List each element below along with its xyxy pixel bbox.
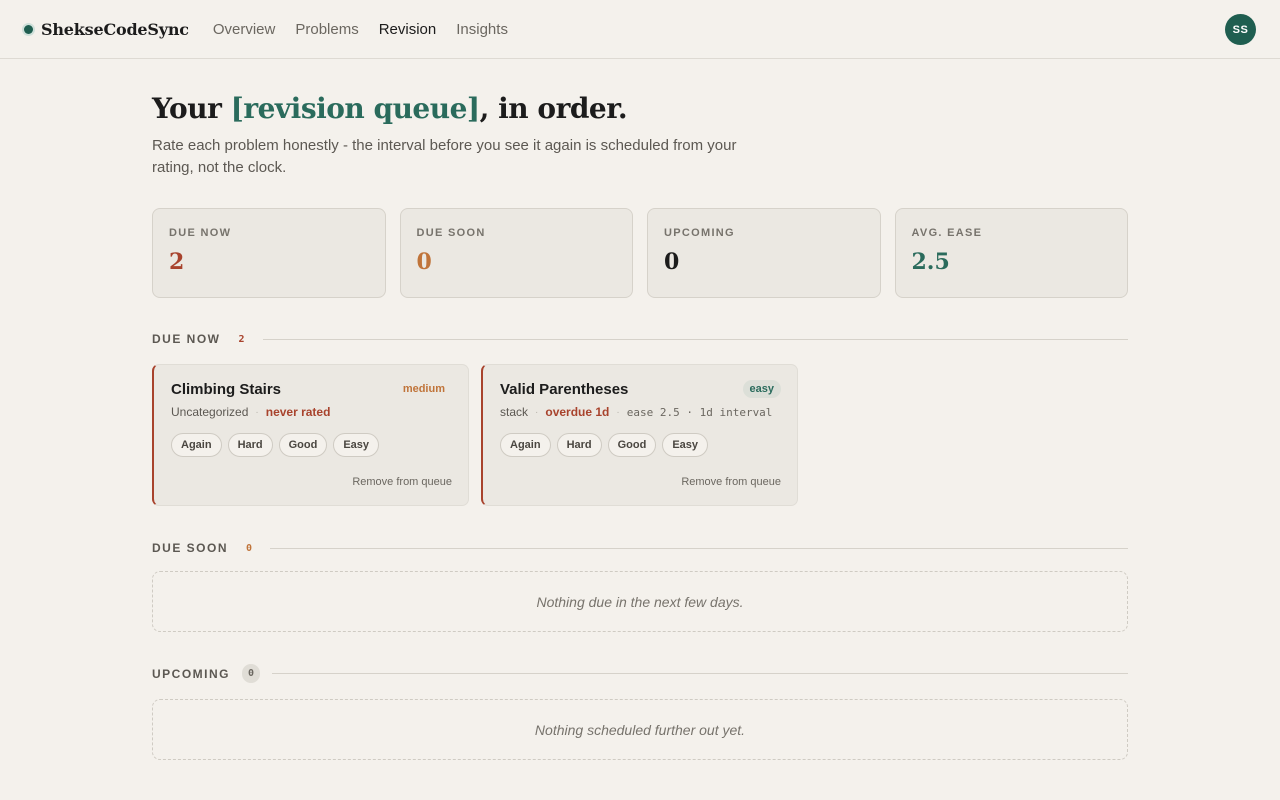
- rate-easy-button[interactable]: Easy: [333, 433, 380, 457]
- section-title: UPCOMING: [152, 666, 230, 681]
- stat-label: UPCOMING: [664, 227, 735, 239]
- difficulty-badge: medium: [402, 383, 445, 395]
- rate-again-button[interactable]: Again: [171, 433, 222, 457]
- stat-label: AVG. EASE: [911, 227, 983, 239]
- section-header: DUE NOW 2: [152, 332, 1128, 346]
- nav-item-insights[interactable]: Insights: [456, 21, 508, 38]
- top-nav-bar: ShekseCodeSync Overview Problems Revisio…: [0, 0, 1280, 59]
- empty-state: Nothing due in the next few days.: [152, 571, 1128, 632]
- separator-dot-icon: ·: [255, 406, 259, 418]
- rate-hard-button[interactable]: Hard: [227, 433, 273, 457]
- stat-label: DUE NOW: [169, 227, 232, 239]
- section-due-now: DUE NOW 2 Climbing Stairs medium Uncateg…: [152, 332, 1128, 506]
- stats-row: DUE NOW 2 DUE SOON 0 UPCOMING 0 AVG. EAS…: [152, 208, 1128, 298]
- section-header: UPCOMING 0: [152, 664, 1128, 683]
- problem-meta: Uncategorized · never rated: [171, 405, 452, 419]
- problem-title[interactable]: Climbing Stairs: [171, 381, 281, 398]
- stat-card-due-soon: DUE SOON 0: [399, 208, 633, 298]
- problem-title[interactable]: Valid Parentheses: [500, 381, 628, 398]
- section-upcoming: UPCOMING 0 Nothing scheduled further out…: [152, 664, 1128, 760]
- problem-category: stack: [500, 405, 529, 419]
- stat-card-upcoming: UPCOMING 0: [647, 208, 881, 298]
- rate-easy-button[interactable]: Easy: [662, 433, 709, 457]
- card-list: Climbing Stairs medium Uncategorized · n…: [152, 364, 1128, 506]
- stat-card-avg-ease: AVG. EASE 2.5: [894, 208, 1128, 298]
- stat-value: 2.5: [911, 249, 950, 275]
- problem-meta: stack · overdue 1d · ease 2.5 · 1d inter…: [500, 405, 781, 419]
- section-divider: [262, 338, 1128, 340]
- section-title: DUE SOON: [152, 541, 229, 555]
- main-nav: Overview Problems Revision Insights: [213, 21, 508, 38]
- empty-state: Nothing scheduled further out yet.: [152, 699, 1128, 760]
- nav-item-overview[interactable]: Overview: [213, 21, 276, 38]
- rate-hard-button[interactable]: Hard: [556, 433, 602, 457]
- problem-status: never rated: [265, 405, 331, 419]
- stat-value: 2: [169, 249, 185, 275]
- remove-from-queue-link[interactable]: Remove from queue: [681, 476, 781, 488]
- section-due-soon: DUE SOON 0 Nothing due in the next few d…: [152, 541, 1128, 632]
- page-title: Your [revision queue], in order.: [152, 92, 1128, 126]
- stat-value: 0: [416, 249, 432, 275]
- problem-card: Climbing Stairs medium Uncategorized · n…: [152, 364, 469, 506]
- rate-good-button[interactable]: Good: [278, 433, 328, 457]
- section-count: 0: [246, 542, 253, 554]
- section-title: DUE NOW: [152, 332, 221, 346]
- main-content: Your [revision queue], in order. Rate ea…: [152, 59, 1128, 760]
- rate-good-button[interactable]: Good: [607, 433, 657, 457]
- difficulty-badge: easy: [742, 380, 781, 398]
- separator-dot-icon: ·: [535, 406, 539, 418]
- rating-buttons: Again Hard Good Easy: [171, 433, 452, 457]
- page-title-suffix: , in order.: [479, 92, 628, 125]
- section-divider: [272, 673, 1128, 674]
- stat-label: DUE SOON: [416, 227, 486, 239]
- nav-item-revision[interactable]: Revision: [379, 21, 437, 38]
- brand-dot-icon: [24, 24, 33, 34]
- problem-category: Uncategorized: [171, 405, 249, 419]
- nav-item-problems[interactable]: Problems: [295, 21, 358, 38]
- user-avatar[interactable]: SS: [1225, 14, 1256, 45]
- section-divider: [270, 547, 1128, 549]
- rating-buttons: Again Hard Good Easy: [500, 433, 781, 457]
- remove-from-queue-link[interactable]: Remove from queue: [352, 476, 452, 488]
- section-count: 2: [238, 333, 245, 345]
- brand-name: ShekseCodeSync: [41, 19, 189, 39]
- separator-dot-icon: ·: [616, 406, 620, 418]
- page-subtitle: Rate each problem honestly - the interva…: [152, 137, 737, 176]
- problem-card: Valid Parentheses easy stack · overdue 1…: [481, 364, 798, 506]
- section-header: DUE SOON 0: [152, 541, 1128, 555]
- stat-value: 0: [664, 249, 680, 275]
- stat-card-due-now: DUE NOW 2: [152, 208, 386, 298]
- problem-ease-interval: ease 2.5 · 1d interval: [626, 405, 773, 419]
- rate-again-button[interactable]: Again: [500, 433, 551, 457]
- section-count: 0: [242, 664, 261, 683]
- page-title-accent: [revision queue]: [230, 92, 481, 125]
- page-title-prefix: Your: [152, 92, 231, 125]
- brand-logo[interactable]: ShekseCodeSync: [24, 20, 189, 39]
- problem-status: overdue 1d: [545, 405, 610, 419]
